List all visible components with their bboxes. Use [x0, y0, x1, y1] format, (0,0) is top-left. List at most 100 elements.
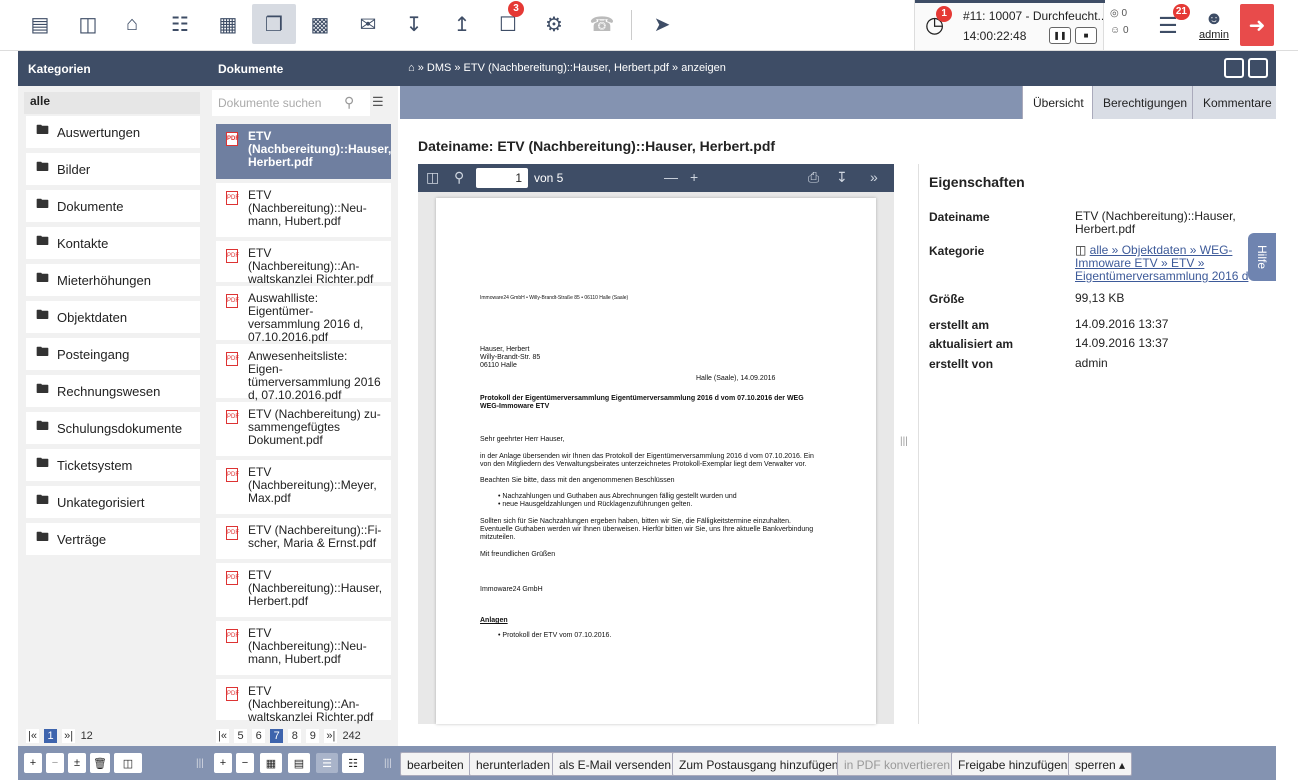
document-item[interactable]: PDF ETV (Nachbereitung)::Fi-scher, Maria …: [216, 518, 391, 559]
document-detail-panel: Übersicht Berechtigungen Kommentare Date…: [400, 86, 1276, 726]
statistics-icon[interactable]: ▩: [298, 4, 342, 44]
splitter-handle[interactable]: |||: [196, 758, 204, 769]
trash-icon[interactable]: 🗑: [90, 753, 110, 773]
home-icon[interactable]: ⌂: [110, 4, 154, 44]
category-item[interactable]: 🖿 Posteingang: [26, 338, 200, 370]
tab-permissions[interactable]: Berechtigungen: [1092, 86, 1192, 119]
category-item[interactable]: 🖿 Ticketsystem: [26, 449, 200, 481]
category-item[interactable]: 🖿 Objektdaten: [26, 301, 200, 333]
contacts-card-icon[interactable]: ◫: [66, 4, 110, 44]
tree-view-icon[interactable]: ☷: [342, 753, 364, 773]
edit-button[interactable]: bearbeiten: [400, 752, 471, 776]
pager-page[interactable]: 8: [288, 729, 302, 743]
pager-page[interactable]: 1: [44, 729, 58, 743]
print-icon[interactable]: ⎙: [808, 169, 819, 186]
filter-sliders-icon[interactable]: ☰: [372, 94, 384, 110]
layout-split-icon[interactable]: [1248, 58, 1268, 78]
logout-icon[interactable]: ➜: [1240, 4, 1274, 46]
calculator-icon[interactable]: ▦: [206, 4, 250, 44]
user-menu[interactable]: ☻ admin: [1196, 8, 1232, 41]
grid-view-icon[interactable]: ▦: [260, 753, 282, 773]
category-label: Objektdaten: [57, 309, 128, 325]
document-item[interactable]: PDF ETV (Nachbereitung)::Neu-mann, Hubert…: [216, 621, 391, 675]
add-to-outbox-button[interactable]: Zum Postausgang hinzufügen: [672, 752, 846, 776]
table-view-icon[interactable]: ▤: [288, 753, 310, 773]
category-path-link[interactable]: alle » Objektdaten » WEG-Immoware ETV » …: [1075, 243, 1248, 283]
list-view-icon[interactable]: ☰: [316, 753, 338, 773]
download-icon[interactable]: ↧: [836, 169, 848, 186]
document-item[interactable]: PDF ETV (Nachbereitung)::Neu-mann, Hubert…: [216, 183, 391, 237]
pager-page-active[interactable]: 7: [270, 729, 284, 743]
dms-documents-icon[interactable]: ❐: [252, 4, 296, 44]
search-icon[interactable]: ⚲: [344, 94, 354, 111]
breadcrumb[interactable]: ⌂ » DMS » ETV (Nachbereitung)::Hauser, H…: [408, 62, 726, 74]
user-name[interactable]: admin: [1196, 29, 1232, 41]
tab-overview[interactable]: Übersicht: [1022, 86, 1092, 119]
document-item[interactable]: PDF ETV (Nachbereitung)::Meyer, Max.pdf: [216, 460, 391, 514]
lock-dropdown-button[interactable]: sperren ▴: [1068, 752, 1133, 776]
category-item[interactable]: 🖿 Verträge: [26, 523, 200, 555]
tab-comments[interactable]: Kommentare: [1192, 86, 1276, 119]
category-item[interactable]: 🖿 Unkategorisiert: [26, 486, 200, 518]
notification-count-item[interactable]: ◎ 0: [1110, 8, 1150, 19]
mail-icon[interactable]: ✉: [346, 4, 390, 44]
category-item[interactable]: 🖿 Auswertungen: [26, 116, 200, 148]
send-email-button[interactable]: als E-Mail versenden: [552, 752, 679, 776]
sidebar-toggle-icon[interactable]: ◫: [426, 169, 439, 186]
settings-gear-icon[interactable]: ⚙: [532, 4, 576, 44]
notification-count-item[interactable]: ☺ 0: [1110, 25, 1150, 36]
more-tools-icon[interactable]: »: [870, 169, 878, 185]
document-item[interactable]: PDF ETV (Nachbereitung)::An-waltskanzlei …: [216, 679, 391, 724]
messages-icon[interactable]: ☰ 21: [1150, 4, 1190, 44]
category-item[interactable]: 🖿 Rechnungswesen: [26, 375, 200, 407]
help-tab[interactable]: Hilfe: [1248, 233, 1276, 281]
document-item[interactable]: PDF ETV (Nachbereitung)::An-waltskanzlei …: [216, 241, 391, 286]
category-item[interactable]: 🖿 Bilder: [26, 153, 200, 185]
splitter-handle[interactable]: |||: [384, 758, 392, 769]
timer-task-label[interactable]: #11: 10007 - Durchfeucht...: [963, 9, 1103, 23]
phone-icon[interactable]: ☎: [580, 4, 624, 44]
pager-page[interactable]: 5: [234, 729, 248, 743]
pdf-search-icon[interactable]: ⚲: [454, 169, 464, 186]
convert-to-pdf-button[interactable]: in PDF konvertieren: [837, 752, 958, 776]
document-item[interactable]: PDF Anwesenheitsliste: Eigen-tümerversamm…: [216, 344, 391, 402]
download-button[interactable]: herunterladen: [469, 752, 558, 776]
document-item-selected[interactable]: PDF ETV (Nachbereitung)::Hauser, Herbert.…: [216, 124, 391, 179]
layout-columns-icon[interactable]: [1224, 58, 1244, 78]
pager-last[interactable]: »|: [62, 729, 76, 743]
pager-page[interactable]: 6: [252, 729, 266, 743]
pager-first[interactable]: |«: [26, 729, 39, 743]
pager-first[interactable]: |«: [216, 729, 229, 743]
add-category-button[interactable]: +: [24, 753, 42, 773]
inbox-download-icon[interactable]: ↧: [392, 4, 436, 44]
calendar-icon[interactable]: ☷: [158, 4, 202, 44]
document-item[interactable]: PDF ETV (Nachbereitung) zu-sammengefügtes…: [216, 402, 391, 456]
category-item[interactable]: 🖿 Kontakte: [26, 227, 200, 259]
pause-button[interactable]: ❚❚: [1049, 27, 1071, 44]
add-share-button[interactable]: Freigabe hinzufügen: [951, 752, 1075, 776]
stop-button[interactable]: ■: [1075, 27, 1097, 44]
remove-category-button[interactable]: −: [46, 753, 64, 773]
rocket-icon[interactable]: ➤: [640, 4, 684, 44]
edit-category-button[interactable]: ±: [68, 753, 86, 773]
add-document-button[interactable]: +: [214, 753, 232, 773]
page-number-input[interactable]: 1: [476, 168, 528, 188]
panel-splitter-handle[interactable]: |||: [900, 436, 908, 447]
pager-last[interactable]: »|: [324, 729, 338, 743]
category-all[interactable]: alle: [24, 92, 200, 114]
category-item[interactable]: 🖿 Schulungsdokumente: [26, 412, 200, 444]
clock-icon[interactable]: ◷ 1: [925, 6, 953, 38]
pdf-icon: PDF: [226, 294, 239, 308]
move-folder-icon[interactable]: ◫: [114, 753, 142, 773]
remove-document-button[interactable]: −: [236, 753, 254, 773]
dashboard-icon[interactable]: ▤: [18, 4, 62, 44]
category-item[interactable]: 🖿 Mieterhöhungen: [26, 264, 200, 296]
zoom-out-icon[interactable]: —: [664, 169, 678, 185]
category-item[interactable]: 🖿 Dokumente: [26, 190, 200, 222]
zoom-in-icon[interactable]: +: [690, 169, 698, 185]
pager-page[interactable]: 9: [306, 729, 320, 743]
outbox-upload-icon[interactable]: ↥: [440, 4, 484, 44]
tasks-icon[interactable]: ☐ 3: [486, 1, 530, 44]
document-item[interactable]: PDF ETV (Nachbereitung)::Hauser, Herbert.…: [216, 563, 391, 617]
document-item[interactable]: PDF Auswahlliste: Eigentümer-versammlung …: [216, 286, 391, 344]
